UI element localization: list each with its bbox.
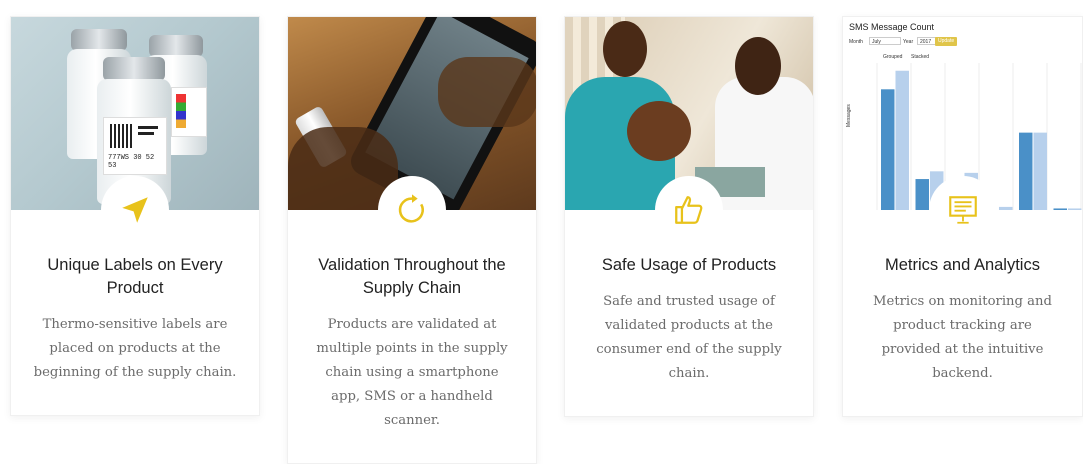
card-title: Unique Labels on Every Product	[47, 256, 223, 297]
card-description: Products are validated at multiple point…	[316, 317, 508, 428]
feature-card-safe-usage: Safe Usage of Products Safe and trusted …	[564, 16, 814, 417]
card-description: Metrics on monitoring and product tracki…	[873, 294, 1052, 381]
label-code-text: 777WS 30 52 53	[108, 154, 155, 170]
chart-bar	[1019, 132, 1033, 210]
refresh-icon	[378, 176, 446, 244]
feature-card-metrics: SMS Message Count Month July Year 2017 U…	[842, 16, 1083, 417]
chart-bar	[1033, 132, 1047, 210]
presentation-board-icon	[928, 176, 997, 244]
card-title: Validation Throughout the Supply Chain	[318, 256, 506, 297]
card-body: Validation Throughout the Supply Chain P…	[288, 176, 536, 463]
card-description: Safe and trusted usage of validated prod…	[596, 294, 782, 381]
card-title: Safe Usage of Products	[601, 256, 777, 274]
thumbs-up-icon	[655, 176, 723, 244]
navigation-arrow-icon	[101, 176, 169, 244]
chart-bar	[881, 89, 895, 210]
chart-bar	[915, 179, 929, 210]
card-description: Thermo-sensitive labels are placed on pr…	[33, 317, 237, 380]
card-body: Metrics and Analytics Metrics on monitor…	[843, 176, 1082, 416]
feature-card-unique-labels: 777WS 30 52 53 Unique Labels on Every Pr…	[10, 16, 260, 416]
card-body: Safe Usage of Products Safe and trusted …	[565, 176, 813, 416]
feature-card-validation: Validation Throughout the Supply Chain P…	[287, 16, 537, 464]
chart-bar	[895, 70, 909, 210]
card-body: Unique Labels on Every Product Thermo-se…	[11, 176, 259, 415]
card-title: Metrics and Analytics	[885, 256, 1040, 274]
